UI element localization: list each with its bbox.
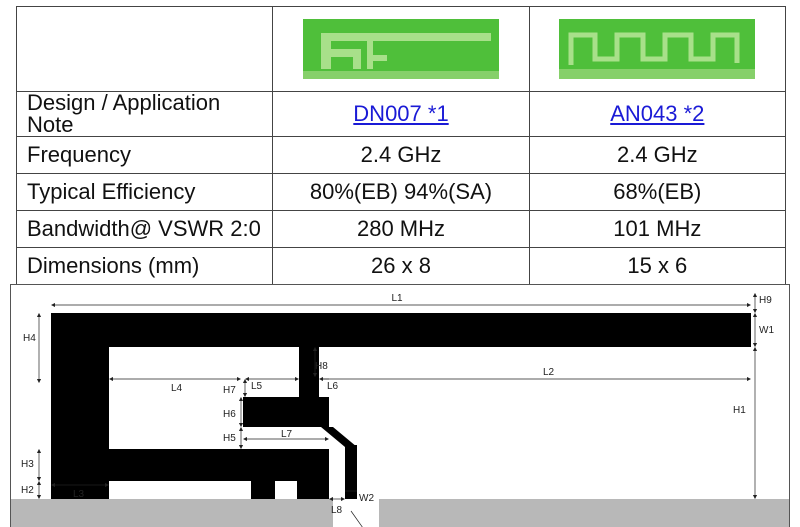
row-label: Typical Efficiency	[15, 173, 274, 211]
label-h3: H3	[21, 459, 34, 470]
cell-value: 26 x 8	[272, 247, 530, 285]
label-h1: H1	[733, 405, 746, 416]
cell-value: 280 MHz	[272, 210, 530, 248]
label-l2: L2	[543, 367, 555, 378]
table-row	[15, 6, 787, 92]
antenna-dimension-diagram: L1 H9 W1 H1 H4 L2 L4 L5 L6 H7 H6 H5 L7 H…	[10, 284, 790, 527]
label-l5: L5	[251, 381, 263, 392]
cell-value: 2.4 GHz	[272, 136, 530, 174]
dn007-antenna-image	[272, 6, 530, 92]
label-h8: H8	[315, 361, 328, 372]
label-h9: H9	[759, 295, 772, 306]
table-row: Frequency 2.4 GHz 2.4 GHz	[15, 136, 787, 174]
label-h6: H6	[223, 409, 236, 420]
row-label: Frequency	[15, 136, 274, 174]
pcb-meander-antenna-image	[559, 19, 756, 79]
an043-antenna-image	[528, 6, 787, 92]
table-row: Dimensions (mm) 26 x 8 15 x 6	[15, 247, 787, 285]
ground-plane-right	[379, 499, 789, 527]
label-w2: W2	[359, 493, 374, 504]
label-l6: L6	[327, 381, 339, 392]
cell-value: 15 x 6	[528, 247, 787, 285]
table-row: Design / Application Note DN007 *1 AN043…	[15, 91, 787, 137]
label-w1: W1	[759, 325, 774, 336]
table-row: Typical Efficiency 80%(EB) 94%(SA) 68%(E…	[15, 173, 787, 211]
ground-plane-left	[11, 499, 333, 527]
an043-link[interactable]: AN043 *2	[610, 101, 704, 126]
row-label: Bandwidth@ VSWR 2:0	[15, 210, 274, 248]
table-row: Bandwidth@ VSWR 2:0 280 MHz 101 MHz	[15, 210, 787, 248]
antenna-layout-svg: L1 H9 W1 H1 H4 L2 L4 L5 L6 H7 H6 H5 L7 H…	[11, 292, 789, 527]
cell-value: AN043 *2	[528, 91, 787, 137]
label-l3: L3	[73, 489, 85, 500]
label-l8: L8	[331, 505, 343, 516]
antenna-comparison-table: Design / Application Note DN007 *1 AN043…	[15, 6, 787, 285]
label-l1: L1	[391, 293, 403, 304]
label-l4: L4	[171, 383, 183, 394]
cell-value: 80%(EB) 94%(SA)	[272, 173, 530, 211]
dn007-link[interactable]: DN007 *1	[353, 101, 448, 126]
pcb-inverted-f-antenna-image	[302, 19, 499, 79]
cell-value: 101 MHz	[528, 210, 787, 248]
row-label: Dimensions (mm)	[15, 247, 274, 285]
label-h4: H4	[23, 333, 36, 344]
empty-header-cell	[15, 6, 274, 92]
label-h7: H7	[223, 385, 236, 396]
label-l7: L7	[281, 429, 293, 440]
cell-value: 2.4 GHz	[528, 136, 787, 174]
label-h5: H5	[223, 433, 236, 444]
row-label: Design / Application Note	[15, 91, 274, 137]
cell-value: DN007 *1	[272, 91, 530, 137]
label-h2: H2	[21, 485, 34, 496]
cell-value: 68%(EB)	[528, 173, 787, 211]
antenna-trace	[51, 313, 751, 499]
